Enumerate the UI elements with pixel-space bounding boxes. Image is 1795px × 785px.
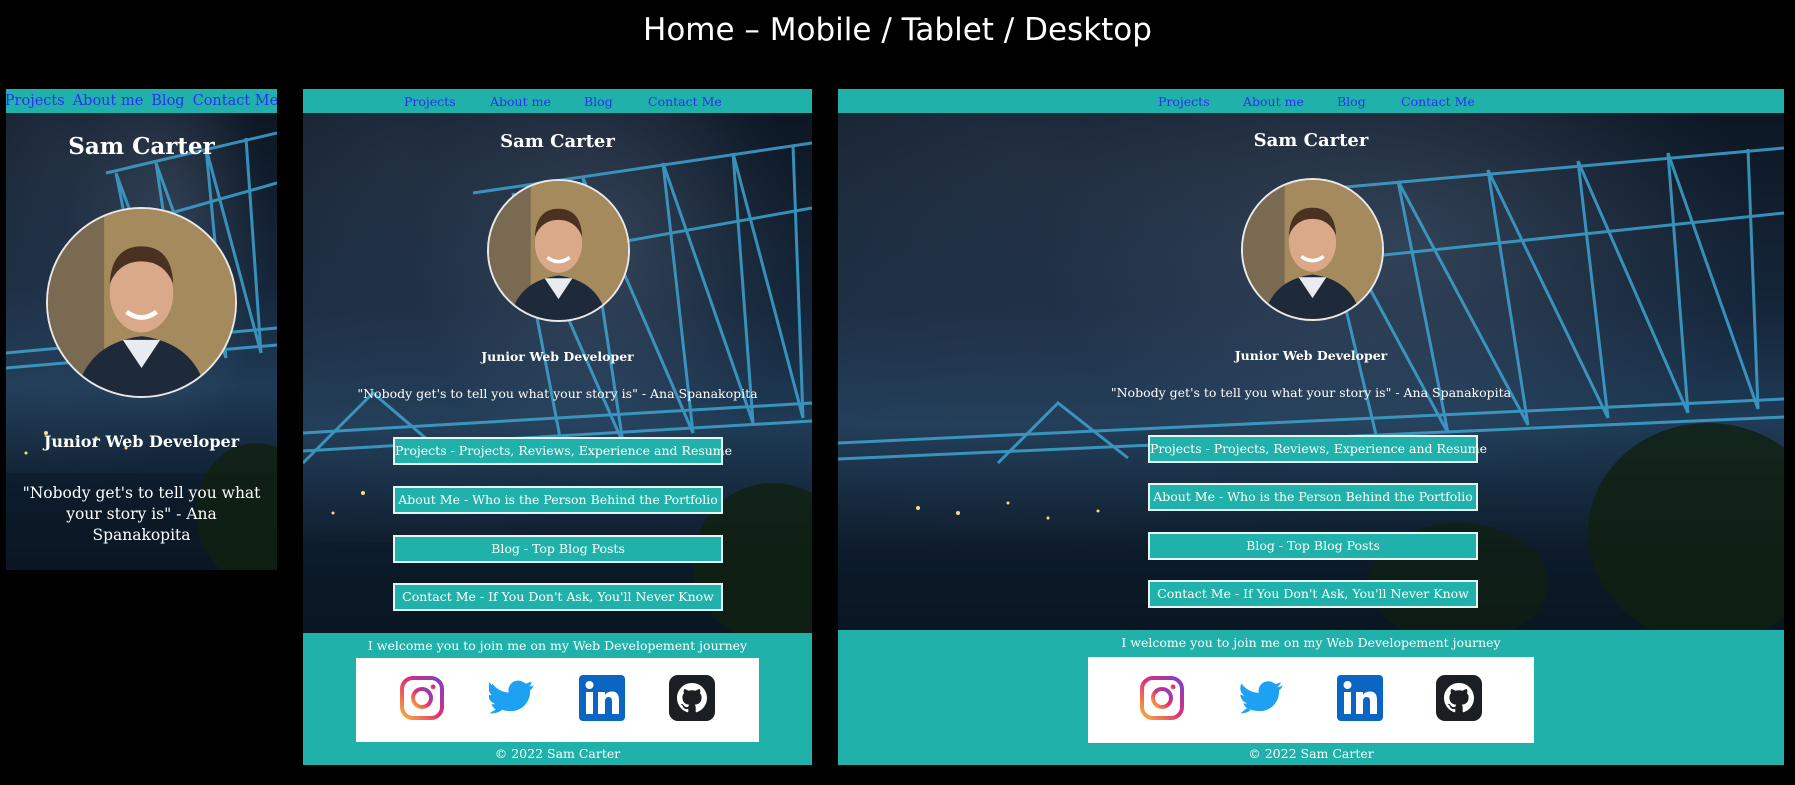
hero-section: Sam Carter Junior Web Developer "Nobody …: [303, 113, 812, 633]
blog-button[interactable]: Blog - Top Blog Posts: [393, 535, 723, 563]
profile-avatar: [46, 207, 237, 398]
about-button[interactable]: About Me - Who is the Person Behind the …: [393, 486, 723, 514]
nav-blog-link[interactable]: Blog: [584, 94, 613, 109]
projects-button[interactable]: Projects - Projects, Reviews, Experience…: [393, 437, 732, 465]
profile-role: Junior Web Developer: [43, 432, 240, 451]
nav-projects-link[interactable]: Projects: [6, 93, 65, 109]
nav-about-link[interactable]: About me: [1243, 94, 1304, 109]
twitter-icon[interactable]: [489, 675, 535, 721]
profile-avatar: [487, 179, 630, 322]
nav-projects-link[interactable]: Projects: [404, 94, 456, 109]
nav-about-link[interactable]: About me: [73, 93, 144, 109]
blog-button[interactable]: Blog - Top Blog Posts: [1148, 532, 1478, 560]
nav-about-link[interactable]: About me: [490, 94, 551, 109]
footer-welcome: I welcome you to join me on my Web Devel…: [367, 638, 748, 653]
desktop-mockup: Projects About me Blog Contact Me Sam Ca…: [838, 89, 1784, 765]
footer: I welcome you to join me on my Web Devel…: [303, 633, 812, 765]
tablet-mockup: Projects About me Blog Contact Me Sam Ca…: [303, 89, 812, 765]
nav-blog-link[interactable]: Blog: [1337, 94, 1366, 109]
twitter-icon[interactable]: [1238, 675, 1284, 721]
github-icon[interactable]: [669, 675, 715, 721]
linkedin-icon[interactable]: [1337, 675, 1383, 721]
footer-copyright: © 2022 Sam Carter: [494, 746, 621, 761]
profile-quote: "Nobody get's to tell you what your stor…: [357, 386, 758, 401]
instagram-icon[interactable]: [399, 675, 445, 721]
nav-bar: Projects About me Blog Contact Me: [303, 89, 812, 113]
nav-bar: Projects About me Blog Contact Me: [838, 89, 1784, 113]
hero-section: Sam Carter Junior Web Developer "Nobody …: [6, 113, 277, 570]
social-links: [1088, 657, 1534, 743]
profile-role: Junior Web Developer: [481, 349, 634, 364]
projects-button[interactable]: Projects - Projects, Reviews, Experience…: [1148, 435, 1487, 463]
linkedin-icon[interactable]: [579, 675, 625, 721]
profile-name: Sam Carter: [1253, 130, 1369, 151]
profile-quote: "Nobody get's to tell you what your stor…: [22, 484, 261, 544]
contact-button[interactable]: Contact Me - If You Don't Ask, You'll Ne…: [393, 583, 723, 611]
nav-contact-link[interactable]: Contact Me: [648, 94, 722, 109]
github-icon[interactable]: [1436, 675, 1482, 721]
nav-contact-link[interactable]: Contact Me: [1401, 94, 1475, 109]
hero-section: Sam Carter Junior Web Developer "Nobody …: [838, 113, 1784, 630]
profile-name: Sam Carter: [500, 131, 615, 152]
instagram-icon[interactable]: [1139, 675, 1185, 721]
profile-avatar: [1241, 178, 1384, 321]
about-button[interactable]: About Me - Who is the Person Behind the …: [1148, 483, 1478, 511]
profile-name: Sam Carter: [68, 133, 215, 160]
footer: I welcome you to join me on my Web Devel…: [838, 630, 1784, 765]
profile-quote: "Nobody get's to tell you what your stor…: [1110, 385, 1512, 400]
footer-welcome: I welcome you to join me on my Web Devel…: [1121, 635, 1501, 650]
nav-bar: Projects About me Blog Contact Me: [6, 89, 277, 113]
nav-contact-link[interactable]: Contact Me: [193, 93, 277, 109]
nav-projects-link[interactable]: Projects: [1158, 94, 1210, 109]
footer-copyright: © 2022 Sam Carter: [1248, 746, 1374, 761]
nav-blog-link[interactable]: Blog: [151, 93, 184, 109]
social-links: [356, 658, 759, 742]
mobile-mockup: Projects About me Blog Contact Me Sam Ca…: [6, 89, 277, 570]
profile-role: Junior Web Developer: [1234, 348, 1388, 363]
contact-button[interactable]: Contact Me - If You Don't Ask, You'll Ne…: [1148, 580, 1478, 608]
page-title: Home – Mobile / Tablet / Desktop: [643, 12, 1152, 48]
